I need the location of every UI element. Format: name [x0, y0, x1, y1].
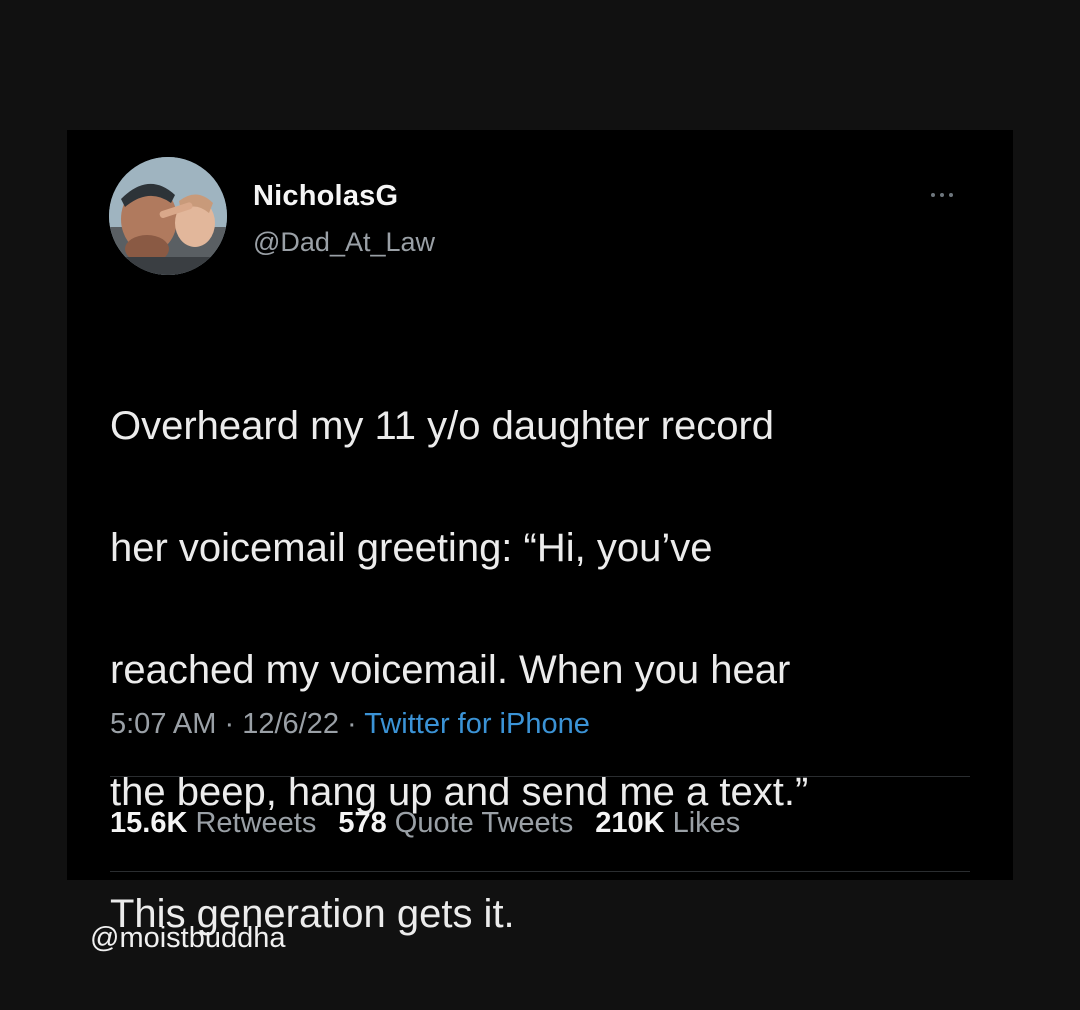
avatar[interactable] [109, 157, 227, 275]
tweet-date[interactable]: 12/6/22 [242, 708, 339, 740]
more-options-icon[interactable] [931, 188, 967, 202]
likes-count: 210K [595, 807, 665, 839]
tweet-source-link[interactable]: Twitter for iPhone [364, 708, 590, 740]
meta-separator: · [338, 708, 365, 740]
quote-tweets-count: 578 [338, 807, 387, 839]
retweets-stat[interactable]: 15.6K Retweets [110, 807, 316, 839]
quote-tweets-stat[interactable]: 578 Quote Tweets [338, 807, 573, 839]
tweet-text-line: her voicemail greeting: “Hi, you’ve [110, 526, 713, 570]
tweet-time[interactable]: 5:07 AM [110, 708, 216, 740]
retweets-label: Retweets [195, 807, 317, 839]
likes-stat[interactable]: 210K Likes [595, 807, 740, 839]
tweet-text-line: Overheard my 11 y/o daughter record [110, 404, 775, 448]
display-name[interactable]: NicholasG [253, 180, 398, 213]
tweet-stats: 15.6K Retweets 578 Quote Tweets 210K Likes [110, 807, 740, 840]
avatar-photo [109, 157, 227, 275]
meta-separator: · [216, 708, 243, 740]
divider [110, 776, 970, 777]
tweet-text-line: reached my voicemail. When you hear [110, 648, 791, 692]
tweet-text: Overheard my 11 y/o daughter record her … [110, 335, 980, 1006]
watermark-handle: @moistbuddha [90, 922, 286, 954]
likes-label: Likes [672, 807, 741, 839]
tweet-card: NicholasG @Dad_At_Law Overheard my 11 y/… [67, 130, 1013, 936]
tweet-meta: 5:07 AM · 12/6/22 · Twitter for iPhone [110, 708, 590, 741]
divider [110, 871, 970, 872]
user-handle[interactable]: @Dad_At_Law [253, 227, 435, 258]
retweets-count: 15.6K [110, 807, 188, 839]
quote-tweets-label: Quote Tweets [394, 807, 574, 839]
